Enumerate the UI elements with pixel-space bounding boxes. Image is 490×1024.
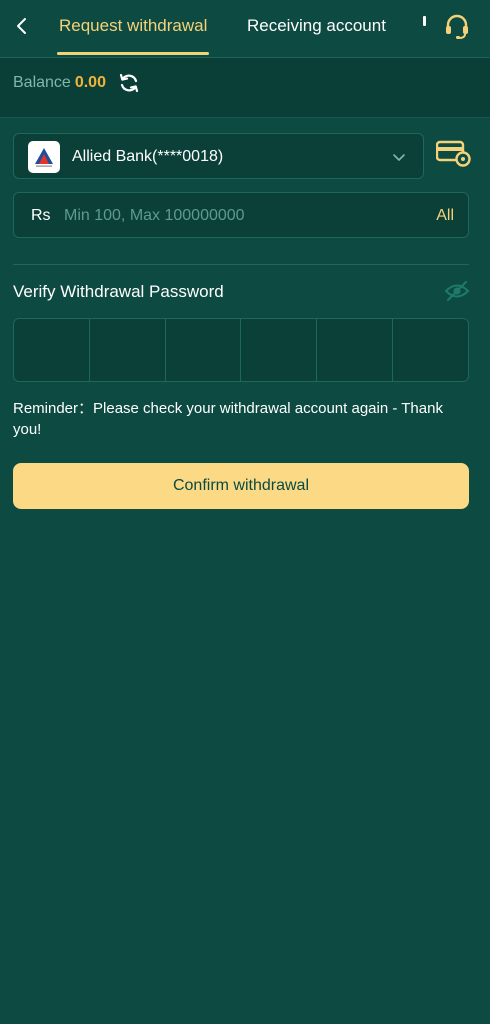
pin-digit-cell[interactable] <box>317 319 394 381</box>
amount-input[interactable] <box>62 201 402 231</box>
customer-support-button[interactable] <box>440 10 474 44</box>
withdrawal-reminder: Reminder：Please check your withdrawal ac… <box>13 400 443 438</box>
active-tab-indicator <box>57 52 209 55</box>
pin-digit-cell[interactable] <box>90 319 166 381</box>
tab-request-withdrawal[interactable]: Request withdrawal <box>59 14 207 38</box>
allied-bank-logo-icon <box>35 148 53 167</box>
amount-field: Rs All <box>13 192 469 238</box>
tab-overflow-indicator <box>423 16 426 26</box>
pin-digit-cell[interactable] <box>166 319 242 381</box>
card-settings-icon <box>435 140 471 167</box>
headset-icon <box>446 14 468 39</box>
pin-digit-cell[interactable] <box>393 319 468 381</box>
all-amount-button[interactable]: All <box>436 205 454 227</box>
currency-label: Rs <box>31 207 51 224</box>
pin-digit-cell[interactable] <box>241 319 318 381</box>
section-divider <box>13 264 469 265</box>
eye-off-icon <box>444 281 470 301</box>
balance-bar: Balance 0.00 <box>0 58 490 118</box>
password-pin-input[interactable] <box>13 318 469 382</box>
withdrawal-password-label: Verify Withdrawal Password <box>13 282 224 301</box>
confirm-withdrawal-button[interactable]: Confirm withdrawal <box>13 463 469 509</box>
toggle-password-visibility-button[interactable] <box>444 279 470 303</box>
balance-row: Balance 0.00 <box>13 72 140 94</box>
pin-digit-cell[interactable] <box>14 319 90 381</box>
bank-logo <box>28 141 60 173</box>
back-button[interactable] <box>8 12 36 40</box>
top-header: Request withdrawal Receiving account <box>0 0 490 58</box>
bank-account-select[interactable]: Allied Bank(****0018) <box>13 133 424 179</box>
chevron-left-icon <box>17 18 26 34</box>
tab-receiving-account[interactable]: Receiving account <box>247 14 386 38</box>
refresh-balance-button[interactable] <box>118 72 140 94</box>
balance-value: 0.00 <box>74 74 106 91</box>
chevron-down-icon <box>393 154 405 161</box>
card-settings-button[interactable] <box>435 138 472 170</box>
bank-account-name: Allied Bank(****0018) <box>72 148 224 165</box>
balance-label: Balance <box>13 74 71 91</box>
refresh-icon <box>119 73 139 93</box>
